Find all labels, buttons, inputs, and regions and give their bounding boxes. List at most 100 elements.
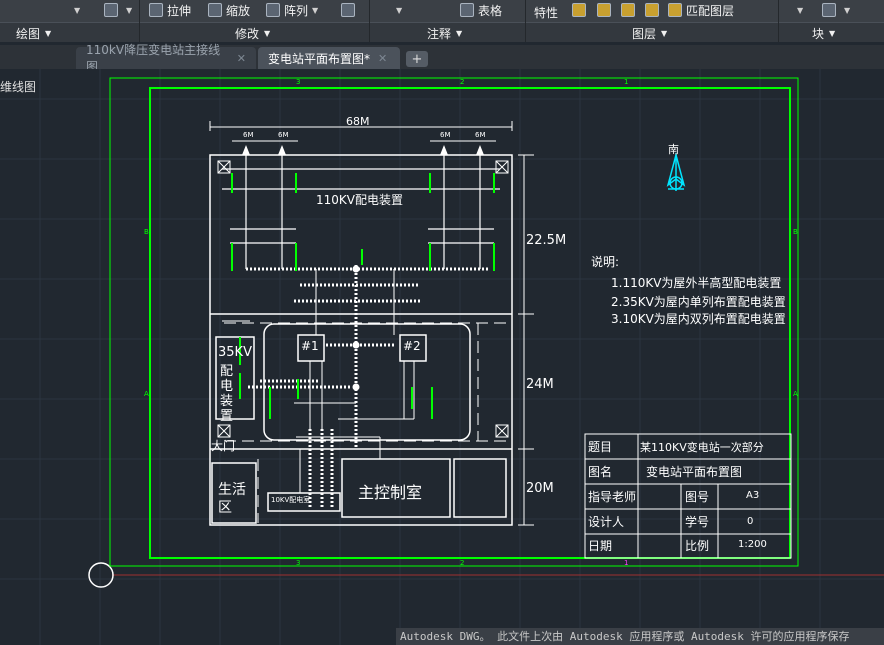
array-button[interactable]: 阵列 ▼ — [266, 0, 318, 20]
dim-bay: 6M — [475, 131, 486, 139]
stretch-button[interactable]: 拉伸 — [149, 0, 191, 20]
document-tab-bar: 110kV降压变电站主接线图 ✕ 变电站平面布置图* ✕ + — [0, 43, 884, 74]
dim-height-middle: 24M — [526, 377, 554, 392]
layer-tool-1[interactable] — [572, 0, 590, 20]
dim-bay: 6M — [243, 131, 254, 139]
separator — [139, 0, 140, 42]
svg-text:A: A — [144, 390, 149, 398]
ribbon-tools-row: ▼ ▼ 拉伸 缩放 阵列 ▼ ▼ 表格 特性 匹配图层 ▼ ▼ — [0, 0, 884, 22]
panel-annotate[interactable]: 注释 ▼ — [427, 23, 462, 43]
table-icon — [460, 3, 474, 17]
svg-text:3: 3 — [296, 78, 300, 86]
feeder-arrows — [242, 145, 484, 155]
close-icon[interactable]: ✕ — [237, 52, 246, 65]
blend-curves-button[interactable] — [341, 0, 359, 20]
label-10kv-room: 10KV配电室 — [271, 496, 311, 504]
tb-seq-label: 学号 — [685, 515, 710, 529]
layer-tool-4[interactable] — [645, 0, 663, 20]
label-north: 南 — [668, 143, 679, 156]
annotate-more-dropdown[interactable]: ▼ — [392, 0, 402, 20]
layer-icon — [621, 3, 635, 17]
north-arrow-icon — [666, 152, 686, 191]
svg-text:3: 3 — [296, 559, 300, 567]
blend-icon — [341, 3, 355, 17]
layer-icon — [597, 3, 611, 17]
new-tab-button[interactable]: + — [406, 51, 428, 67]
dim-total-width: 68M — [346, 115, 370, 128]
tb-designer-label: 设计人 — [588, 515, 625, 529]
panel-layers[interactable]: 图层 ▼ — [632, 23, 667, 43]
svg-text:B: B — [144, 228, 149, 236]
svg-text:1: 1 — [624, 78, 628, 86]
separator — [778, 0, 779, 42]
layer-icon — [645, 3, 659, 17]
svg-text:2: 2 — [460, 78, 464, 86]
label-control-room: 主控制室 — [358, 483, 423, 502]
layer-icon — [572, 3, 586, 17]
label-transformer-1: #1 — [301, 339, 319, 353]
file-status-message: Autodesk DWG。 此文件上次由 Autodesk 应用程序或 Auto… — [396, 628, 884, 645]
label-35kv: 置 — [220, 409, 234, 424]
block-attribute-button[interactable]: ▼ — [822, 0, 850, 20]
layer-tool-3[interactable] — [621, 0, 639, 20]
tb-scale-label: 比例 — [685, 539, 710, 553]
label-110kv: 110KV配电装置 — [316, 193, 403, 207]
svg-text:A: A — [793, 390, 798, 398]
note-item: 2.35KV为屋内单列布置配电装置 — [611, 295, 786, 309]
tb-title-label: 题目 — [588, 440, 613, 454]
tb-scale-value: 1:200 — [738, 539, 767, 550]
tb-name-label: 图名 — [588, 465, 613, 479]
drawing-canvas[interactable]: 维线图 3 2 1 B A B A 3 2 1 68M 6M 6M 6M 6M … — [0, 69, 884, 645]
ribbon-panel-titles: 绘图 ▼ 修改 ▼ 注释 ▼ 图层 ▼ 块 ▼ — [0, 22, 884, 42]
separator — [525, 0, 526, 42]
tb-seq-value: 0 — [747, 516, 754, 527]
dim-height-110kv: 22.5M — [526, 233, 567, 248]
array-icon — [266, 3, 280, 17]
tb-sheet-value: A3 — [746, 490, 760, 501]
tab-main-wiring[interactable]: 110kV降压变电站主接线图 ✕ — [76, 43, 256, 74]
dim-height-bottom: 20M — [526, 481, 554, 496]
boundary-tool[interactable]: ▼ — [104, 0, 132, 20]
attribute-icon — [822, 3, 836, 17]
boundary-icon — [104, 3, 118, 17]
svg-text:B: B — [793, 228, 798, 236]
close-icon[interactable]: ✕ — [378, 52, 387, 65]
tb-name-value: 变电站平面布置图 — [646, 465, 743, 479]
stretch-icon — [149, 3, 163, 17]
separator — [369, 0, 370, 42]
tb-teacher-label: 指导老师 — [588, 490, 637, 504]
match-layer-icon — [668, 3, 682, 17]
panel-modify[interactable]: 修改 ▼ — [235, 23, 270, 43]
panel-draw[interactable]: 绘图 ▼ — [16, 23, 51, 43]
green-equipment — [231, 173, 495, 419]
label-transformer-2: #2 — [403, 339, 421, 353]
tb-date-label: 日期 — [588, 539, 613, 553]
panel-block[interactable]: 块 ▼ — [812, 23, 835, 43]
tab-layout-plan[interactable]: 变电站平面布置图* ✕ — [258, 47, 400, 69]
properties-button[interactable]: 特性 — [534, 2, 558, 22]
busbars — [246, 265, 488, 509]
ribbon: ▼ ▼ 拉伸 缩放 阵列 ▼ ▼ 表格 特性 匹配图层 ▼ ▼ 绘图 ▼ 修改 ▼ 注… — [0, 0, 884, 42]
layer-tool-2[interactable] — [597, 0, 615, 20]
dim-bay: 6M — [278, 131, 289, 139]
table-button[interactable]: 表格 — [460, 0, 502, 20]
tb-sheet-label: 图号 — [685, 490, 710, 504]
svg-text:2: 2 — [460, 559, 464, 567]
site-outline — [209, 154, 513, 526]
label-gate: 大门 — [211, 439, 236, 453]
svg-text:1: 1 — [624, 559, 628, 567]
notes-title: 说明: — [591, 255, 620, 269]
note-item: 3.10KV为屋内双列布置配电装置 — [611, 312, 786, 326]
ucs-origin-icon — [88, 562, 114, 588]
label-living-area: 区 — [218, 500, 232, 516]
scale-icon — [208, 3, 222, 17]
drawing-svg: 3 2 1 B A B A 3 2 1 — [0, 69, 884, 645]
label-living-area: 生活 — [218, 482, 246, 498]
label-35kv: 35KV — [218, 345, 252, 360]
scale-button[interactable]: 缩放 — [208, 0, 250, 20]
block-more-dropdown[interactable]: ▼ — [793, 0, 803, 20]
match-layer-button[interactable]: 匹配图层 — [668, 0, 734, 20]
dim-bay: 6M — [440, 131, 451, 139]
note-item: 1.110KV为屋外半高型配电装置 — [611, 276, 782, 290]
draw-more-dropdown[interactable]: ▼ — [70, 0, 80, 20]
